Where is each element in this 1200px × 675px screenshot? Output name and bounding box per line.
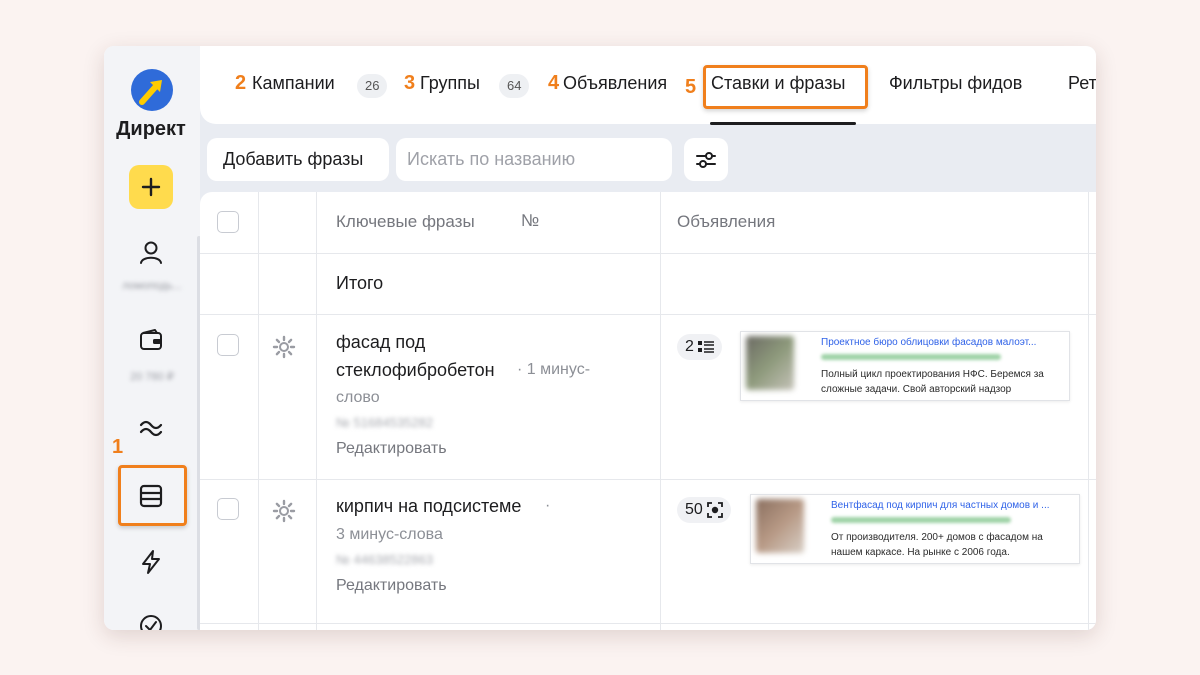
ad-text: Полный цикл проектирования НФС. Беремся … — [821, 369, 1044, 380]
ad-title[interactable]: Вентфасад под кирпич для частных домов и… — [831, 500, 1071, 511]
phrase-id-blurred: № 44638522863 — [336, 552, 434, 567]
tab-bids-and-phrases[interactable]: Ставки и фразы — [711, 73, 845, 94]
text-lines-icon — [697, 341, 714, 353]
brand-name: Директ — [116, 118, 186, 140]
phrase-separator: · — [545, 497, 551, 514]
phrase-text[interactable]: кирпич на подсистеме — [336, 492, 521, 520]
statistics-waves-icon[interactable] — [135, 412, 167, 444]
account-user-icon[interactable] — [135, 236, 167, 268]
lightning-icon[interactable] — [135, 546, 167, 578]
ad-url-blurred — [831, 517, 1011, 523]
filter-settings-button[interactable] — [684, 138, 728, 181]
ad-text: нашем каркасе. На рынке с 2006 года. — [831, 547, 1010, 558]
row-divider — [200, 314, 1096, 315]
sidebar: Директ ломоподь... 20 780 ₽ 1 — [104, 46, 201, 630]
ad-url-blurred — [821, 354, 1001, 360]
row-divider — [200, 253, 1096, 254]
row-divider — [200, 623, 1096, 624]
step-callout-1: 1 — [112, 436, 124, 458]
tab-ads[interactable]: Объявления — [563, 73, 667, 94]
tab-campaigns[interactable]: Кампании — [252, 73, 335, 94]
campaigns-count-badge: 26 — [357, 74, 388, 98]
header-ads[interactable]: Объявления — [677, 212, 775, 232]
tabs-bar: 2 Кампании 26 3 Группы 64 4 Объявления 5… — [200, 46, 1096, 125]
step-callout-2: 2 — [235, 72, 247, 94]
column-divider — [1088, 192, 1089, 630]
add-phrases-button[interactable]: Добавить фразы — [207, 138, 389, 181]
row-checkbox[interactable] — [217, 498, 239, 520]
campaigns-list-icon[interactable] — [135, 480, 167, 512]
minus-words-count: · 1 минус- — [517, 361, 591, 378]
select-all-checkbox[interactable] — [217, 211, 239, 233]
groups-count-badge: 64 — [499, 74, 530, 98]
app-window: Директ ломоподь... 20 780 ₽ 1 2 Кампании… — [104, 46, 1096, 630]
step-callout-3: 3 — [404, 72, 416, 94]
step-callout-4: 4 — [548, 72, 560, 94]
column-divider — [258, 192, 259, 630]
active-tab-indicator — [710, 122, 856, 125]
ad-preview-card[interactable]: Проектное бюро облицовки фасадов малоэт.… — [740, 331, 1070, 401]
ad-text: сложные задачи. Свой авторский надзор — [821, 384, 1012, 395]
total-label: Итого — [336, 273, 384, 293]
phrases-table: Ключевые фразы № Объявления Итого фасад … — [200, 192, 1096, 630]
ad-image-blurred — [746, 336, 794, 390]
main-area: 2 Кампании 26 3 Группы 64 4 Объявления 5… — [200, 46, 1096, 630]
gear-icon[interactable] — [272, 335, 296, 359]
search-input[interactable]: Искать по названию — [396, 138, 672, 181]
account-login-blurred: ломоподь... — [122, 280, 182, 292]
header-number[interactable]: № — [521, 211, 539, 231]
ad-image-blurred — [756, 499, 804, 553]
phrase-text[interactable]: фасад под — [336, 328, 425, 356]
image-ad-icon — [706, 502, 723, 518]
column-divider — [660, 192, 661, 630]
gear-icon[interactable] — [272, 499, 296, 523]
create-button[interactable] — [129, 165, 173, 209]
ads-count: 50 — [685, 501, 703, 518]
ad-text: От производителя. 200+ домов с фасадом н… — [831, 532, 1043, 543]
ads-count-pill[interactable]: 2 — [677, 334, 722, 360]
minus-words-count: слово — [336, 389, 380, 406]
phrase-id-blurred: № 51684535282 — [336, 415, 434, 430]
sliders-icon — [696, 151, 716, 168]
check-circle-icon[interactable] — [135, 610, 167, 630]
tab-groups[interactable]: Группы — [420, 73, 480, 94]
row-divider — [200, 479, 1096, 480]
ads-count: 2 — [685, 338, 694, 355]
header-keyword-phrases[interactable]: Ключевые фразы — [336, 212, 475, 232]
row-checkbox[interactable] — [217, 334, 239, 356]
ad-title[interactable]: Проектное бюро облицовки фасадов малоэт.… — [821, 337, 1061, 348]
step-callout-5: 5 — [685, 76, 697, 98]
ads-count-pill[interactable]: 50 — [677, 497, 731, 523]
balance-blurred: 20 780 ₽ — [130, 371, 174, 383]
wallet-icon[interactable] — [135, 324, 167, 356]
yandex-direct-logo-icon[interactable] — [130, 68, 174, 112]
column-divider — [316, 192, 317, 630]
tab-feed-filters[interactable]: Фильтры фидов — [889, 73, 1022, 94]
edit-link[interactable]: Редактировать — [336, 440, 447, 458]
phrase-text[interactable]: стеклофибробетон — [336, 356, 495, 384]
minus-words-count: 3 минус-слова — [336, 526, 443, 543]
plus-icon — [141, 177, 161, 197]
ad-preview-card[interactable]: Вентфасад под кирпич для частных домов и… — [750, 494, 1080, 564]
tab-retargeting[interactable]: Рет — [1068, 73, 1096, 94]
edit-link[interactable]: Редактировать — [336, 577, 447, 595]
